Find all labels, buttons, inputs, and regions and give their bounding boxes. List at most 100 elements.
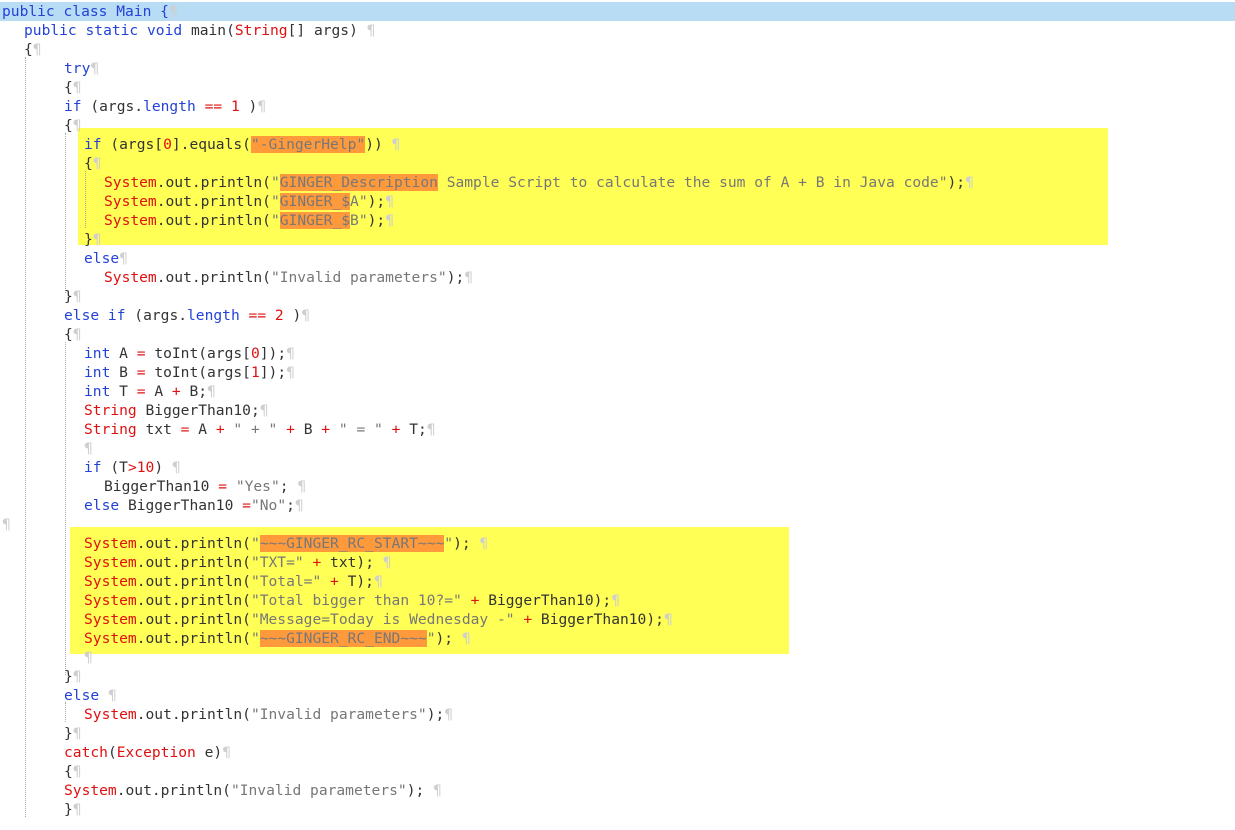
code-line[interactable]: {¶	[0, 325, 82, 344]
code-token: String	[84, 402, 146, 419]
code-line[interactable]: if (args[0].equals("-GingerHelp")) ¶	[0, 135, 400, 154]
code-line[interactable]: {¶	[0, 154, 102, 173]
code-token: " = "	[330, 421, 392, 438]
code-token: try	[64, 60, 91, 77]
code-token: ;	[279, 478, 298, 495]
code-token: "	[444, 535, 454, 552]
pilcrow-mark: ¶	[107, 687, 117, 704]
code-line[interactable]: String txt = A + " + " + B + " = " + T;¶	[0, 420, 436, 439]
pilcrow-mark: ¶	[426, 421, 436, 438]
code-token: txt);	[321, 554, 383, 571]
code-line[interactable]: ¶	[0, 515, 11, 534]
code-line[interactable]: System.out.println("TXT=" + txt); ¶	[0, 553, 392, 572]
code-line[interactable]: }¶	[0, 230, 102, 249]
code-token: System	[104, 269, 157, 286]
code-line[interactable]: System.out.println("~~~GINGER_RC_END~~~"…	[0, 629, 471, 648]
code-line[interactable]: int A = toInt(args[0]);¶	[0, 344, 295, 363]
code-line[interactable]: {¶	[0, 78, 82, 97]
code-token: }	[84, 231, 93, 248]
code-token: int	[84, 383, 120, 400]
code-line[interactable]: System.out.println("Invalid parameters")…	[0, 705, 453, 724]
code-line[interactable]: System.out.println("Invalid parameters")…	[0, 781, 442, 800]
pilcrow-mark: ¶	[479, 535, 489, 552]
code-token: System	[84, 554, 137, 571]
code-line[interactable]: System.out.println("Invalid parameters")…	[0, 268, 473, 287]
code-line[interactable]: System.out.println("GINGER_Description S…	[0, 173, 974, 192]
code-line[interactable]: }¶	[0, 667, 82, 686]
code-line[interactable]: System.out.println("Message=Today is Wed…	[0, 610, 673, 629]
pilcrow-mark: ¶	[32, 41, 42, 58]
code-token: ==	[248, 307, 267, 324]
code-token: System	[84, 535, 137, 552]
pilcrow-mark: ¶	[90, 60, 100, 77]
code-token: if	[84, 459, 111, 476]
code-line[interactable]: else if (args.length == 2 )¶	[0, 306, 310, 325]
code-line[interactable]: if (T>10) ¶	[0, 458, 181, 477]
code-line[interactable]: if (args.length == 1 )¶	[0, 97, 266, 116]
code-token: =	[136, 364, 146, 381]
pilcrow-mark: ¶	[286, 364, 295, 381]
code-line[interactable]: int T = A + B;¶	[0, 382, 216, 401]
code-line[interactable]: BiggerThan10 = "Yes"; ¶	[0, 477, 306, 496]
code-token: txt	[145, 421, 181, 438]
code-line[interactable]: {¶	[0, 40, 42, 59]
code-token: String	[234, 22, 288, 39]
code-token: );	[446, 269, 465, 286]
code-line[interactable]: System.out.println("GINGER_$A");¶	[0, 192, 394, 211]
code-line[interactable]: }¶	[0, 724, 82, 743]
code-token: BiggerThan10	[127, 497, 243, 514]
code-token: 1	[250, 364, 260, 381]
pilcrow-mark: ¶	[72, 288, 82, 305]
code-line[interactable]: else BiggerThan10 ="No";¶	[0, 496, 304, 515]
code-token: {	[24, 41, 33, 58]
code-line[interactable]: }¶	[0, 287, 82, 306]
code-line[interactable]: {¶	[0, 116, 82, 135]
code-line[interactable]: String BiggerThan10;¶	[0, 401, 269, 420]
code-line[interactable]: System.out.println("Total bigger than 10…	[0, 591, 620, 610]
code-line[interactable]: System.out.println("GINGER_$B");¶	[0, 211, 394, 230]
code-token: Sample Script to calculate the sum of A …	[437, 174, 948, 191]
code-line[interactable]: System.out.println("Total=" + T);¶	[0, 572, 383, 591]
code-editor[interactable]: public class Main {¶ public static void m…	[0, 0, 1235, 830]
code-token: B"	[350, 212, 368, 229]
code-token: )	[239, 98, 258, 115]
code-token: )	[283, 307, 302, 324]
code-token: length	[187, 307, 249, 324]
code-token: B	[119, 364, 137, 381]
code-line[interactable]: try¶	[0, 59, 99, 78]
code-line[interactable]: }¶	[0, 800, 82, 819]
pilcrow-mark: ¶	[444, 706, 454, 723]
code-line[interactable]: else ¶	[0, 686, 117, 705]
code-token: {	[64, 117, 73, 134]
code-token: GINGER_$	[279, 212, 351, 229]
code-token: GINGER_$	[279, 193, 351, 210]
code-line[interactable]: {¶	[0, 762, 82, 781]
code-token: );	[435, 630, 462, 647]
code-line[interactable]: public class Main {¶	[0, 2, 1235, 21]
code-token: "Yes"	[227, 478, 280, 495]
code-token: {	[64, 763, 73, 780]
code-token: .out.println(	[136, 592, 251, 609]
code-token: e)	[204, 744, 223, 761]
code-token: (	[107, 744, 117, 761]
code-token: }	[64, 668, 73, 685]
code-line[interactable]: ¶	[0, 439, 93, 458]
code-line[interactable]: catch(Exception e)¶	[0, 743, 231, 762]
code-line[interactable]: ¶	[0, 648, 93, 667]
pilcrow-mark: ¶	[72, 801, 82, 818]
pilcrow-mark: ¶	[222, 744, 231, 761]
code-token: BiggerThan10;	[145, 402, 260, 419]
pilcrow-mark: ¶	[965, 174, 974, 191]
code-token: A	[145, 383, 172, 400]
code-line[interactable]: int B = toInt(args[1]);¶	[0, 363, 295, 382]
code-token: System	[84, 592, 137, 609]
code-line[interactable]: else¶	[0, 249, 128, 268]
code-token: String	[84, 421, 146, 438]
code-line[interactable]: public static void main(String[] args) ¶	[0, 21, 375, 40]
code-line[interactable]: System.out.println("~~~GINGER_RC_START~~…	[0, 534, 488, 553]
pilcrow-mark: ¶	[72, 668, 82, 685]
pilcrow-mark: ¶	[119, 250, 128, 267]
code-token: toInt(args[	[145, 364, 251, 381]
code-token: System	[84, 573, 137, 590]
code-token: BiggerThan10	[104, 478, 219, 495]
